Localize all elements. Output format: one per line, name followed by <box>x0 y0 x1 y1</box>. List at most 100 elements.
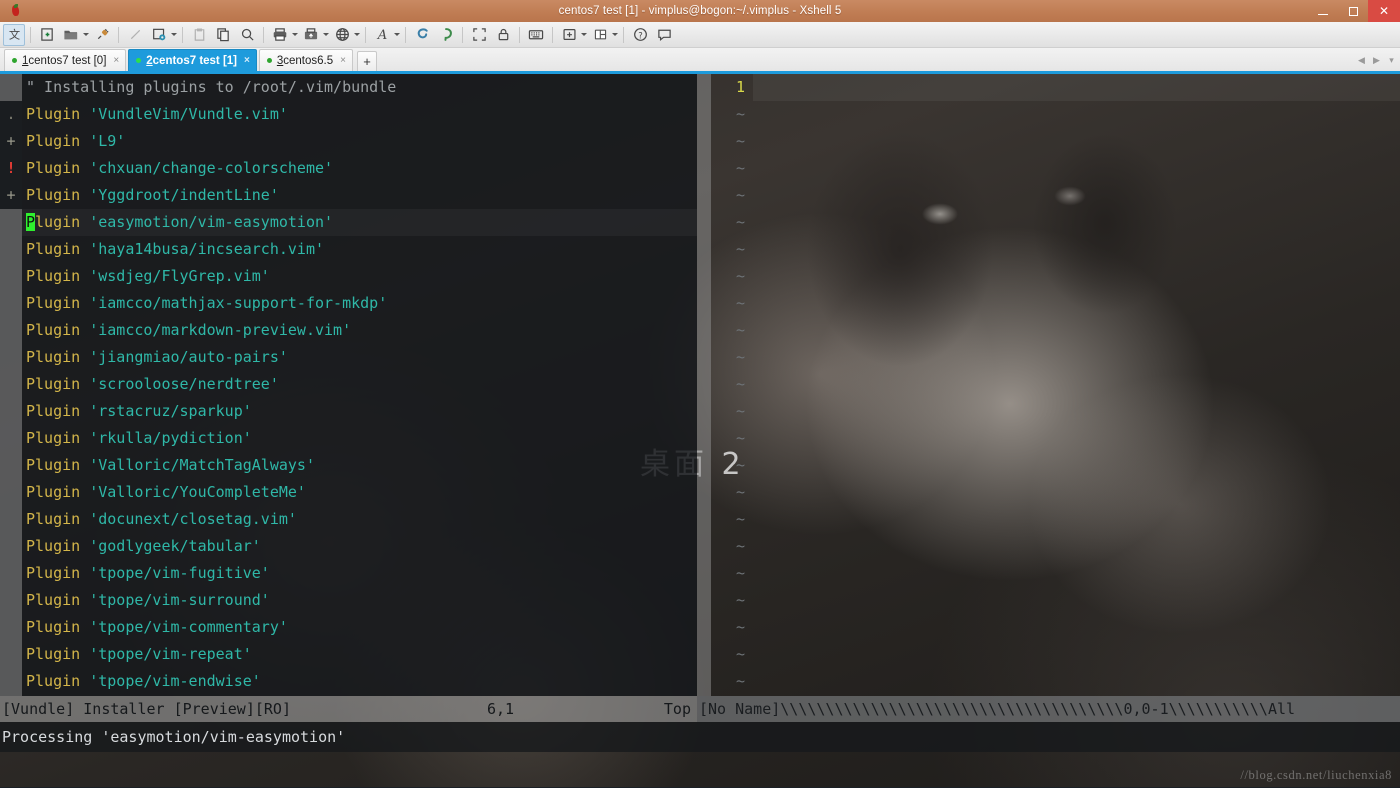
vim-pane-right[interactable]: 1 ~ ~ ~ ~ ~ ~ ~ ~ ~ ~ ~ ~ ~ ~ ~ ~ ~ ~ ~ ~ ~ ~ <box>697 74 1400 696</box>
chevron-down-icon[interactable] <box>290 24 299 46</box>
vim-pane-left[interactable]: . +! + " Installing plugins to /root/.vim/… <box>0 74 697 696</box>
vim-line[interactable]: Plugin 'haya14busa/incsearch.vim' <box>22 236 697 263</box>
transfer-file-icon[interactable]: 文 <box>3 23 25 46</box>
vim-line[interactable]: Plugin 'rstacruz/sparkup' <box>22 398 697 425</box>
chevron-down-icon[interactable] <box>392 24 401 46</box>
tab-scroll-left-icon[interactable]: ◀ <box>1355 52 1368 68</box>
vim-line[interactable]: Plugin 'wsdjeg/FlyGrep.vim' <box>22 263 697 290</box>
tab-close-icon[interactable]: × <box>244 55 250 66</box>
vim-line[interactable]: Plugin 'Yggdroot/indentLine' <box>22 182 697 209</box>
vim-line[interactable]: " Installing plugins to /root/.vim/bundl… <box>22 74 697 101</box>
tab-close-icon[interactable]: × <box>113 55 119 66</box>
chevron-down-icon[interactable] <box>321 24 330 46</box>
tab-close-icon[interactable]: × <box>340 55 346 66</box>
session-tab-1[interactable]: 1 centos7 test [0] × <box>4 49 127 71</box>
toolbar-separator <box>462 26 463 43</box>
vim-message-line: Processing 'easymotion/vim-easymotion' <box>0 722 1400 752</box>
vim-right-empty-line-marker: ~ <box>735 537 745 555</box>
vim-space <box>80 132 89 150</box>
new-tab-button[interactable]: + <box>356 51 377 71</box>
vim-right-empty-line-marker: ~ <box>735 294 745 312</box>
maximize-button[interactable] <box>1338 0 1368 22</box>
vim-line[interactable]: Plugin 'godlygeek/tabular' <box>22 533 697 560</box>
window-controls: ✕ <box>1308 0 1400 22</box>
minimize-button[interactable] <box>1308 0 1338 22</box>
vim-line[interactable]: Plugin 'docunext/closetag.vim' <box>22 506 697 533</box>
vim-line[interactable]: Plugin 'tpope/vim-commentary' <box>22 614 697 641</box>
vim-line[interactable]: Plugin 'tpope/vim-endwise' <box>22 668 697 695</box>
vim-keyword-text: Plugin <box>26 483 81 501</box>
chevron-down-icon[interactable] <box>579 24 588 46</box>
close-button[interactable]: ✕ <box>1368 0 1400 22</box>
keyboard-icon[interactable] <box>525 24 547 46</box>
vim-status-buffer-name: [Vundle] Installer [Preview][RO] <box>2 700 291 718</box>
chevron-down-icon[interactable] <box>81 24 90 46</box>
vim-keyword-text: Plugin <box>26 591 81 609</box>
vim-string-text: 'godlygeek/tabular' <box>89 537 261 555</box>
lock-icon[interactable] <box>492 24 514 46</box>
vim-string-text: 'docunext/closetag.vim' <box>89 510 297 528</box>
vim-line[interactable]: Plugin 'rkulla/pydiction' <box>22 425 697 452</box>
copy-icon[interactable] <box>212 24 234 46</box>
vim-sign-column: . +! + <box>0 74 22 696</box>
print-icon[interactable] <box>269 24 291 46</box>
vim-string-text: 'iamcco/mathjax-support-for-mkdp' <box>89 294 388 312</box>
vim-keyword-text: Plugin <box>26 267 81 285</box>
vim-buffer-lines[interactable]: " Installing plugins to /root/.vim/bundl… <box>22 74 697 695</box>
session-properties-icon[interactable] <box>148 24 170 46</box>
vim-line[interactable]: Plugin 'scrooloose/nerdtree' <box>22 371 697 398</box>
vim-line[interactable]: Plugin 'iamcco/mathjax-support-for-mkdp' <box>22 290 697 317</box>
vim-line[interactable]: Plugin 'Valloric/MatchTagAlways' <box>22 452 697 479</box>
tunnel-icon[interactable] <box>331 24 353 46</box>
vim-line[interactable]: Plugin 'tpope/vim-fugitive' <box>22 560 697 587</box>
vim-sign-marker <box>0 371 22 398</box>
vim-keyword-text: Plugin <box>26 645 81 663</box>
file-transfer-icon[interactable] <box>300 24 322 46</box>
app-icon-container <box>0 0 30 22</box>
vim-space <box>80 537 89 555</box>
chevron-down-icon[interactable] <box>169 24 178 46</box>
vim-sign-marker <box>0 587 22 614</box>
session-tab-3[interactable]: 3 centos6.5 × <box>258 49 353 71</box>
vim-line[interactable]: Plugin 'L9' <box>22 128 697 155</box>
help-icon[interactable]: ? <box>629 24 651 46</box>
vim-line[interactable]: Plugin 'jiangmiao/auto-pairs' <box>22 344 697 371</box>
vim-right-empty-line-marker: ~ <box>735 321 745 339</box>
vim-keyword-text: Plugin <box>26 510 81 528</box>
toolbar: 文 A? <box>0 22 1400 48</box>
vim-string-text: 'scrooloose/nerdtree' <box>89 375 279 393</box>
chevron-down-icon[interactable] <box>352 24 361 46</box>
vim-editor[interactable]: . +! + " Installing plugins to /root/.vim/… <box>0 74 1400 787</box>
vim-line[interactable]: Plugin 'iamcco/markdown-preview.vim' <box>22 317 697 344</box>
xagent-icon[interactable] <box>435 24 457 46</box>
font-size-icon[interactable]: A <box>371 24 393 46</box>
vim-sign-marker <box>0 236 22 263</box>
full-screen-icon[interactable] <box>468 24 490 46</box>
add-pane-icon[interactable] <box>558 24 580 46</box>
open-session-icon[interactable] <box>60 24 82 46</box>
toolbar-separator <box>182 26 183 43</box>
tab-title-label: centos6.5 <box>283 54 334 67</box>
connect-icon[interactable] <box>91 24 113 46</box>
vim-string-text: 'chxuan/change-colorscheme' <box>89 159 334 177</box>
connection-status-dot-icon <box>266 58 272 63</box>
tab-list-menu-icon[interactable]: ▾ <box>1385 52 1398 68</box>
vim-line[interactable]: Plugin 'chxuan/change-colorscheme' <box>22 155 697 182</box>
vim-line[interactable]: Plugin 'VundleVim/Vundle.vim' <box>22 101 697 128</box>
vim-right-empty-line-marker: ~ <box>735 375 745 393</box>
new-session-icon[interactable] <box>36 24 58 46</box>
vim-line[interactable]: Plugin 'tpope/vim-surround' <box>22 587 697 614</box>
layout-icon[interactable] <box>589 24 611 46</box>
vim-line-cursor[interactable]: Plugin 'easymotion/vim-easymotion' <box>22 209 697 236</box>
feedback-icon[interactable] <box>653 24 675 46</box>
find-icon[interactable] <box>236 24 258 46</box>
vim-status-row: [Vundle] Installer [Preview][RO] 6,1 Top… <box>0 696 1400 722</box>
terminal-screen[interactable]: 桌面 2 .+!+ " Installing plugins to /root/… <box>0 74 1400 787</box>
vim-line[interactable]: Plugin 'tpope/vim-repeat' <box>22 641 697 668</box>
session-tab-2[interactable]: 2 centos7 test [1] × <box>128 49 257 71</box>
toolbar-separator <box>519 26 520 43</box>
xftp-icon[interactable] <box>411 24 433 46</box>
vim-line[interactable]: Plugin 'Valloric/YouCompleteMe' <box>22 479 697 506</box>
chevron-down-icon[interactable] <box>610 24 619 46</box>
tab-scroll-right-icon[interactable]: ▶ <box>1370 52 1383 68</box>
